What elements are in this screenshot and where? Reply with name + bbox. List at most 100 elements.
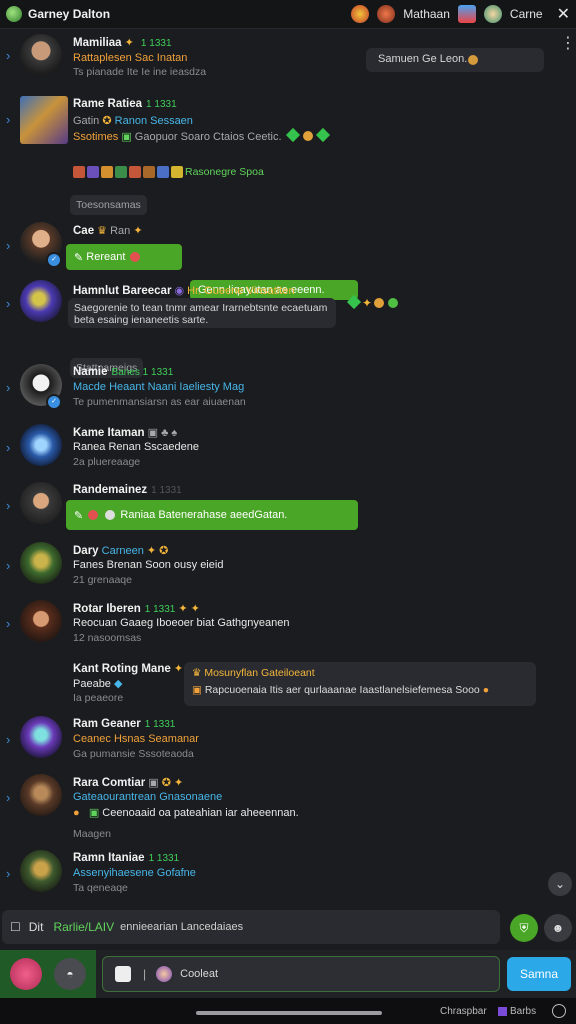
command-text: ennieearian Lancedaiaes (120, 921, 244, 933)
message-composer[interactable]: | Cooleat (102, 956, 500, 992)
author-name[interactable]: Hamnlut Bareecar (73, 285, 171, 297)
command-input[interactable]: ☐ Dit Rarlie/LAIV ennieearian Lancedaiae… (2, 910, 500, 944)
heart-icon[interactable] (351, 5, 370, 23)
send-button[interactable]: Samna (507, 957, 571, 991)
composer-bar: ◓ | Cooleat Samna (0, 950, 576, 998)
chevron-right-icon[interactable]: › (6, 238, 10, 253)
author-name[interactable]: Namie (73, 366, 108, 378)
checkbox-icon[interactable]: ☐ (10, 920, 21, 934)
message-body: Gaopuor Soaro Ctaios Ceetic. (134, 131, 282, 143)
embed-title: ♛ Mosunyflan Gateiloeant (192, 667, 315, 679)
quick-reply-bubble[interactable]: ✎ Rereant (66, 244, 182, 270)
action-label[interactable]: Carne (510, 7, 543, 21)
close-icon[interactable]: ✕ (557, 4, 570, 24)
message-feed[interactable]: Samuen Ge Leon. ⋮ › Mamiliaa ✦ 1 1331 Ra… (0, 28, 576, 906)
reaction-icon[interactable] (101, 166, 113, 178)
avatar[interactable] (20, 600, 62, 642)
command-row: ☐ Dit Rarlie/LAIV ennieearian Lancedaiae… (0, 906, 576, 950)
profile-avatar-icon[interactable] (483, 5, 502, 23)
author-name[interactable]: Ramn Itaniae (73, 852, 145, 864)
attachment-icon[interactable] (115, 966, 131, 982)
record-button[interactable] (10, 958, 42, 990)
gold-coin-icon (302, 131, 313, 141)
embed-card[interactable]: ♛ Mosunyflan Gateiloeant ▣ Rapcuoenaia I… (184, 662, 536, 706)
user-label[interactable]: Mathaan (403, 7, 450, 21)
coin-icon: ● (73, 807, 80, 819)
avatar[interactable] (20, 850, 62, 892)
reaction-icon[interactable] (143, 166, 155, 178)
chevron-right-icon[interactable]: › (6, 112, 10, 127)
green-gem-icon[interactable] (346, 294, 362, 310)
avatar[interactable] (20, 34, 62, 76)
command-highlight: Rarlie/LAIV (53, 920, 115, 934)
notification-icon[interactable] (457, 5, 476, 23)
reaction-icon[interactable] (87, 166, 99, 178)
chevron-right-icon[interactable]: › (6, 48, 10, 63)
green-gem-icon (315, 127, 330, 143)
avatar[interactable] (20, 96, 68, 144)
shield-button[interactable]: ⛨ (510, 914, 538, 942)
green-coin-icon[interactable] (388, 298, 399, 308)
chevron-right-icon[interactable]: › (6, 498, 10, 513)
verified-icon: ✓ (46, 394, 62, 410)
author-name[interactable]: Rara Comtiar (73, 777, 145, 789)
chevron-right-icon[interactable]: › (6, 380, 10, 395)
status-right: Barbs (510, 1006, 537, 1017)
author-name[interactable]: Randemainez (73, 484, 147, 496)
sub-link[interactable]: Ranon Sessaen (115, 115, 193, 127)
user-avatar-icon[interactable] (377, 5, 396, 23)
message-bubble[interactable]: ✎ Raniaa Batenerahase aeedGatan. (66, 500, 358, 530)
home-indicator[interactable] (196, 1011, 382, 1015)
gold-coin-icon[interactable] (374, 298, 385, 308)
search-box[interactable]: Samuen Ge Leon. (366, 48, 544, 72)
reaction-row[interactable]: Rasonegre Spoa (73, 166, 264, 178)
star-icon[interactable]: ✦ (362, 296, 372, 310)
chevron-right-icon[interactable]: › (6, 866, 10, 881)
reaction-icon[interactable] (115, 166, 127, 178)
embed-body: ▣ Rapcuoenaia Itis aer qurlaaanae Iaastl… (192, 684, 490, 696)
settings-icon[interactable] (552, 1004, 566, 1018)
author-name[interactable]: Mamiliaa (73, 37, 122, 49)
coin-icon: ● (482, 684, 490, 696)
reaction-icon[interactable] (157, 166, 169, 178)
level-badge: 1 1331 (151, 485, 182, 496)
emoji-button[interactable]: ☻ (544, 914, 572, 942)
chevron-right-icon[interactable]: › (6, 790, 10, 805)
reaction-icon[interactable] (171, 166, 183, 178)
message-subtitle: Rattaplesen Sac Inatan (73, 52, 188, 64)
author-name[interactable]: Rotar Iberen (73, 603, 141, 615)
scroll-down-icon[interactable]: ⌄ (548, 872, 572, 896)
more-options-icon[interactable]: ⋮ (560, 36, 576, 52)
author-name[interactable]: Kant Roting Mane (73, 663, 171, 675)
reaction-group[interactable]: ✦ (346, 294, 400, 310)
coin-icon (105, 510, 116, 520)
chevron-right-icon[interactable]: › (6, 440, 10, 455)
author-name[interactable]: Ram Geaner (73, 718, 141, 730)
composer-placeholder: Cooleat (180, 968, 219, 980)
author-name[interactable]: Cae (73, 225, 94, 237)
avatar[interactable] (20, 482, 62, 524)
avatar[interactable] (20, 542, 62, 584)
author-name[interactable]: Kame Itaman (73, 427, 145, 439)
chevron-right-icon[interactable]: › (6, 732, 10, 747)
app-logo-icon (6, 6, 22, 22)
chevron-right-icon[interactable]: › (6, 296, 10, 311)
avatar[interactable] (20, 424, 62, 466)
avatar[interactable] (20, 716, 62, 758)
shield-icon: ◉ (174, 285, 185, 297)
message-subtitle: Ceanec Hsnas Seamanar (73, 733, 199, 745)
bell-icon[interactable]: ◓ (54, 958, 86, 990)
avatar[interactable] (20, 774, 62, 816)
sub-label: Gatin (73, 115, 100, 127)
author-name[interactable]: Dary (73, 545, 99, 557)
reaction-icon[interactable] (129, 166, 141, 178)
reaction-icon[interactable] (73, 166, 85, 178)
message-timestamp: Ia peaeore (73, 692, 124, 704)
avatar[interactable] (20, 280, 62, 322)
chevron-right-icon[interactable]: › (6, 558, 10, 573)
chevron-right-icon[interactable]: › (6, 616, 10, 631)
bubble-text: Raniaa Batenerahase aeedGatan. (120, 509, 288, 521)
status-left: Chraspbar (440, 1006, 487, 1017)
author-name[interactable]: Rame Ratiea (73, 98, 142, 110)
message-subtitle: Macde Heaant Naani Iaeliesty Mag (73, 381, 245, 393)
